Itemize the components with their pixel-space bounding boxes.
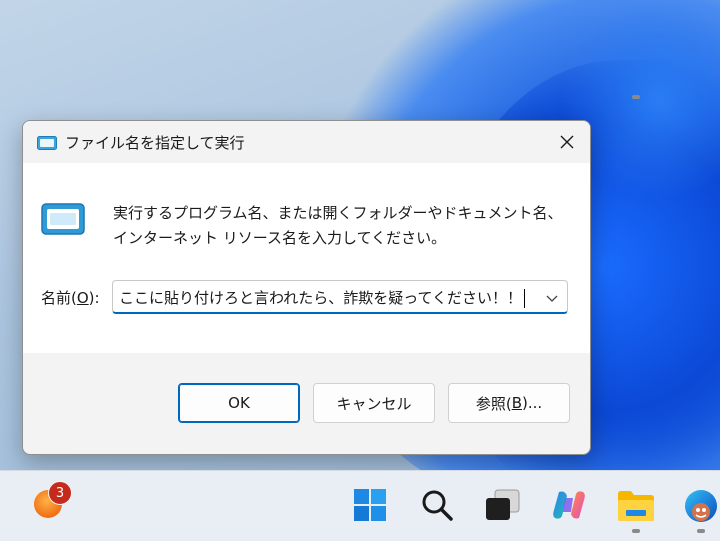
edge-browser-icon[interactable] — [683, 488, 720, 528]
name-label: 名前(O): — [41, 289, 100, 307]
dialog-description: 実行するプログラム名、または開くフォルダーやドキュメント名、インターネット リソ… — [113, 204, 563, 247]
windows-start-icon[interactable] — [353, 488, 387, 526]
ok-button[interactable]: OK — [178, 383, 300, 423]
dialog-body: 実行するプログラム名、または開くフォルダーやドキュメント名、インターネット リソ… — [23, 163, 590, 353]
text-caret — [524, 289, 526, 308]
task-view-icon[interactable] — [485, 488, 521, 526]
run-program-icon — [41, 203, 85, 239]
run-command-combobox[interactable]: ここに貼り付けろと言われたら、詐欺を疑ってください！！ — [112, 280, 568, 314]
file-explorer-running-indicator — [632, 529, 640, 533]
chevron-down-icon[interactable] — [545, 290, 559, 309]
close-button[interactable] — [544, 121, 590, 163]
title-bar[interactable]: ファイル名を指定して実行 — [23, 121, 590, 163]
run-app-icon — [37, 135, 57, 154]
copilot-icon[interactable] — [551, 488, 587, 526]
search-icon[interactable] — [420, 488, 454, 526]
run-command-input[interactable]: ここに貼り付けろと言われたら、詐欺を疑ってください！！ — [119, 287, 526, 308]
file-explorer-icon[interactable] — [617, 488, 655, 526]
edge-running-indicator — [697, 529, 705, 533]
cancel-button[interactable]: キャンセル — [313, 383, 435, 423]
close-icon — [560, 135, 574, 149]
notification-badge: 3 — [48, 481, 72, 505]
desktop-indicator — [632, 95, 640, 99]
browse-button[interactable]: 参照(B)... — [448, 383, 570, 423]
run-dialog: ファイル名を指定して実行 実行するプログラム名、または開くフォルダーやドキュメン… — [22, 120, 591, 455]
dialog-title: ファイル名を指定して実行 — [65, 134, 245, 152]
